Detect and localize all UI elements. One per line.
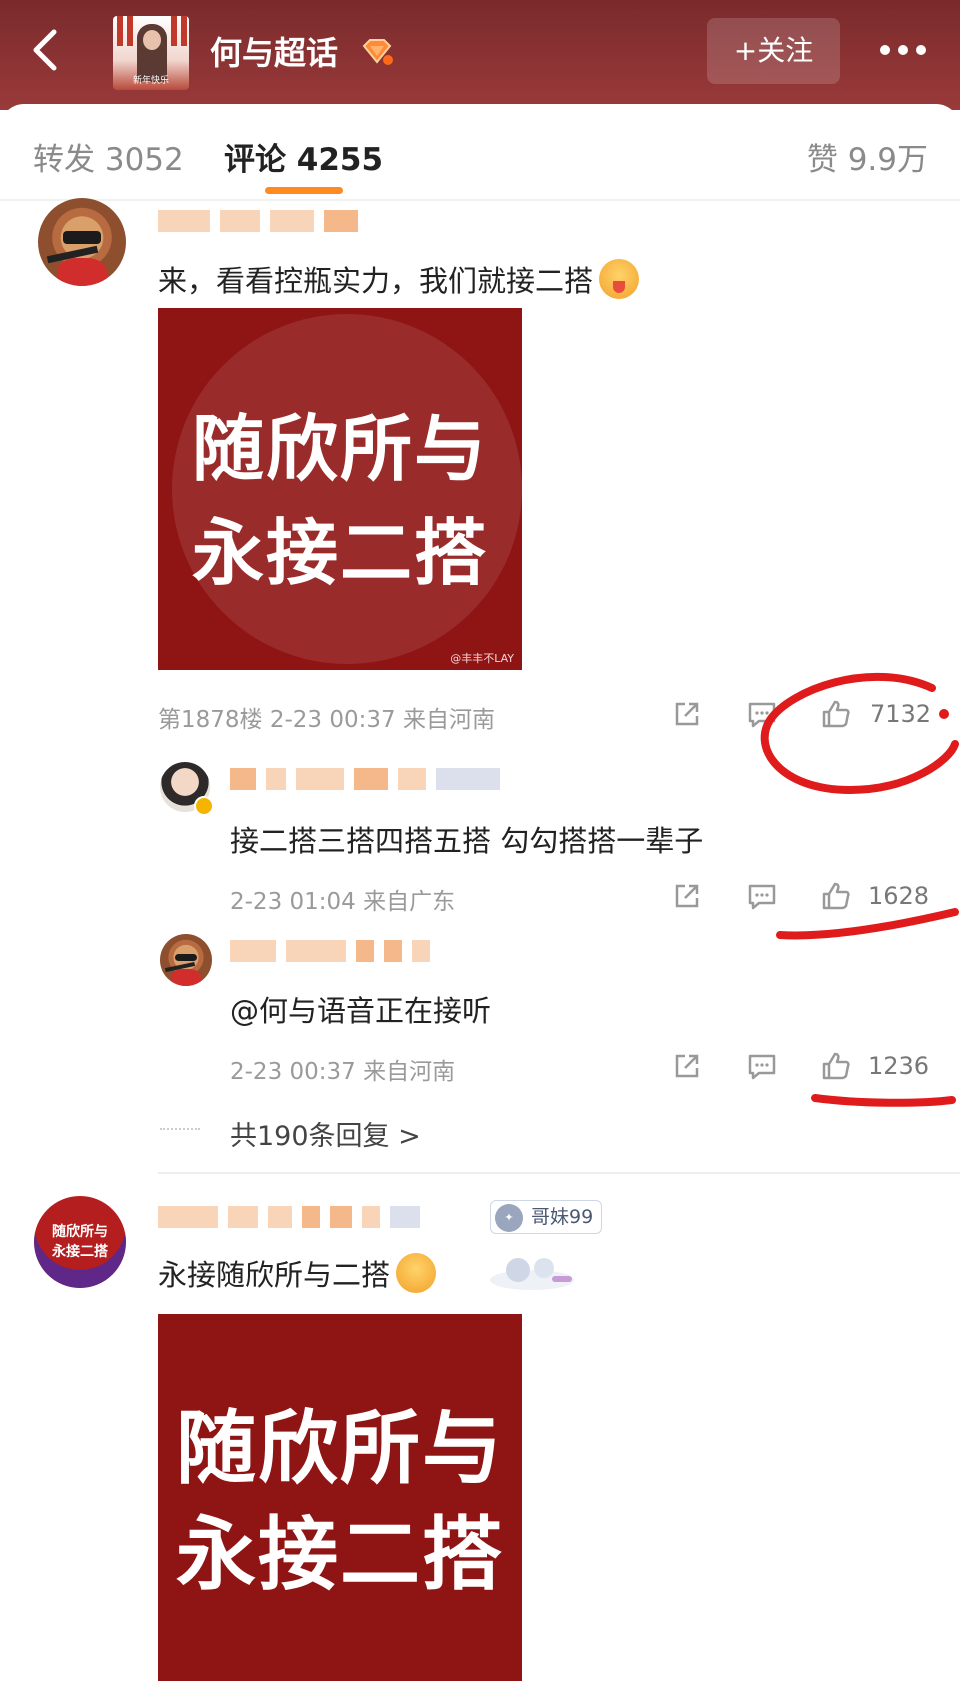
like-icon[interactable]	[820, 880, 852, 912]
avatar[interactable]: 随欣所与 永接二搭	[34, 1196, 126, 1288]
username-blurred[interactable]	[230, 940, 430, 962]
topic-header: 新年快乐 何与超话 +关注	[0, 0, 960, 110]
tab-bar: 转发 3052 评论 4255 赞 9.9万	[0, 104, 960, 199]
username-blurred[interactable]	[230, 768, 500, 790]
avatar[interactable]	[38, 198, 126, 286]
follow-button[interactable]: +关注	[707, 18, 840, 84]
avatar-text-line: 随欣所与	[52, 1224, 108, 1240]
like-count: 7132	[870, 700, 932, 728]
verified-badge-icon	[194, 796, 214, 816]
share-icon[interactable]	[671, 698, 703, 730]
image-text-line: 永接二搭	[176, 1508, 504, 1601]
chevron-left-icon	[33, 29, 57, 71]
comment-image[interactable]: 随欣所与 永接二搭	[158, 1314, 522, 1681]
image-text-line: 永接二搭	[191, 511, 488, 595]
avatar-text-line: 永接二搭	[52, 1244, 108, 1260]
divider	[0, 199, 960, 201]
reply-text: 接二搭三搭四搭五搭 勾勾搭搭一辈子	[230, 824, 704, 858]
tongue-emoji-icon	[599, 259, 640, 299]
image-text-line: 随欣所与	[191, 407, 488, 491]
sticker-icon	[490, 1258, 574, 1290]
topic-title[interactable]: 何与超话	[210, 28, 338, 74]
avatar[interactable]	[160, 934, 212, 986]
comment-icon[interactable]	[746, 880, 778, 912]
comment-text: 永接随欣所与二搭	[158, 1252, 437, 1294]
tab-like[interactable]: 赞 9.9万	[807, 134, 928, 179]
fan-tag-badge[interactable]: ✦ 哥妹99	[490, 1200, 603, 1234]
comment-icon[interactable]	[746, 1050, 778, 1082]
diamond-badge-icon	[362, 39, 393, 65]
like-icon[interactable]	[820, 1050, 852, 1082]
divider	[160, 1128, 200, 1130]
reply-text: @何与语音正在接听	[230, 994, 492, 1028]
image-text-line: 随欣所与	[176, 1402, 504, 1495]
topic-thumb-caption: 新年快乐	[132, 76, 169, 86]
like-icon[interactable]	[820, 698, 852, 730]
comment-meta: 第1878楼 2-23 00:37 来自河南	[158, 707, 495, 733]
cheer-emoji-icon	[396, 1253, 437, 1293]
comment-icon[interactable]	[746, 698, 778, 730]
topic-thumbnail[interactable]: 新年快乐	[113, 16, 189, 90]
back-button[interactable]	[22, 22, 72, 78]
divider	[158, 1172, 960, 1174]
share-icon[interactable]	[671, 880, 703, 912]
tab-repost[interactable]: 转发 3052	[33, 134, 184, 179]
more-replies-link[interactable]: 共190条回复 >	[230, 1114, 421, 1153]
like-count: 1628	[868, 882, 930, 910]
like-count: 1236	[868, 1052, 930, 1080]
comment-image[interactable]: 随欣所与 永接二搭 @丰丰不LAY	[158, 308, 522, 670]
image-watermark: @丰丰不LAY	[450, 652, 514, 665]
username-blurred[interactable]	[158, 1206, 420, 1228]
tab-comment[interactable]: 评论 4255	[224, 134, 383, 179]
gem-icon: ✦	[495, 1204, 523, 1232]
share-icon[interactable]	[671, 1050, 703, 1082]
active-tab-indicator	[265, 187, 343, 194]
comment-text: 来，看看控瓶实力，我们就接二搭	[158, 258, 640, 300]
more-options-icon[interactable]	[880, 40, 936, 60]
reply-meta: 2-23 00:37 来自河南	[230, 1059, 456, 1085]
username-blurred[interactable]	[158, 210, 358, 232]
reply-meta: 2-23 01:04 来自广东	[230, 889, 456, 915]
